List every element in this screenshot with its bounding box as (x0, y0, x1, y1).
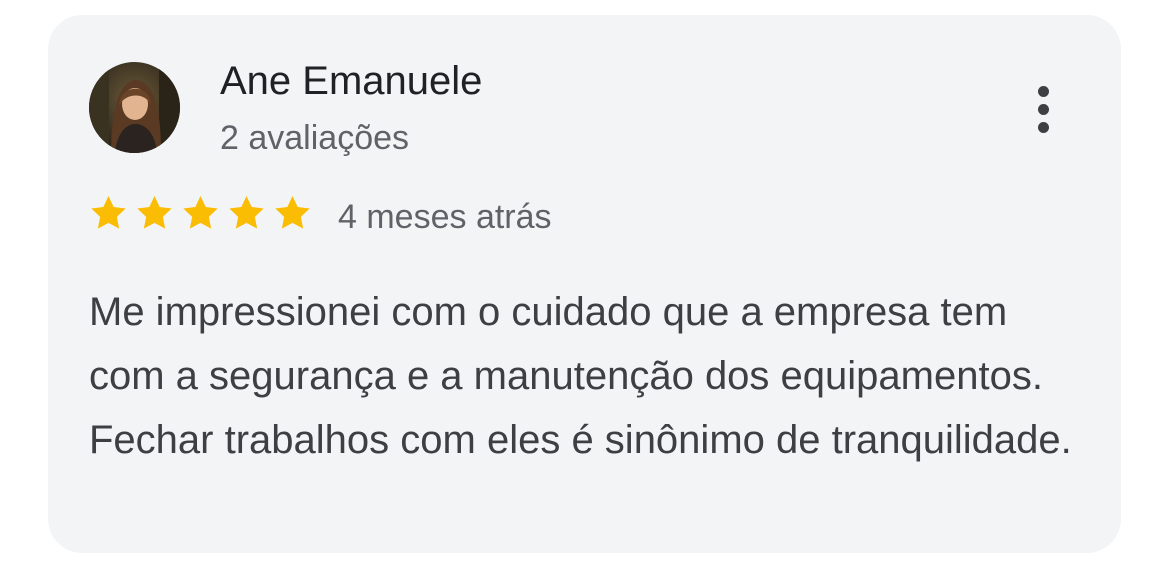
more-vert-icon-dot (1037, 121, 1049, 133)
review-text: Me impressionei com o cuidado que a empr… (89, 290, 1072, 462)
author-avatar[interactable] (89, 62, 180, 153)
review-time: 4 meses atrás (338, 198, 552, 236)
star-icon (183, 196, 218, 229)
star-rating (88, 193, 313, 233)
star-icon (229, 196, 264, 229)
author-name[interactable]: Ane Emanuele (220, 57, 482, 105)
star-icon (137, 196, 172, 229)
more-options-button[interactable] (1023, 77, 1063, 141)
user-photo-icon (89, 62, 180, 153)
more-vert-icon-dot (1037, 103, 1049, 115)
review-card: Ane Emanuele 2 avaliações 4 meses atrás … (48, 15, 1121, 553)
star-icon (275, 196, 310, 229)
more-vert-icon-dot (1037, 85, 1049, 97)
star-icon (91, 196, 126, 229)
author-review-count: 2 avaliações (220, 119, 410, 157)
